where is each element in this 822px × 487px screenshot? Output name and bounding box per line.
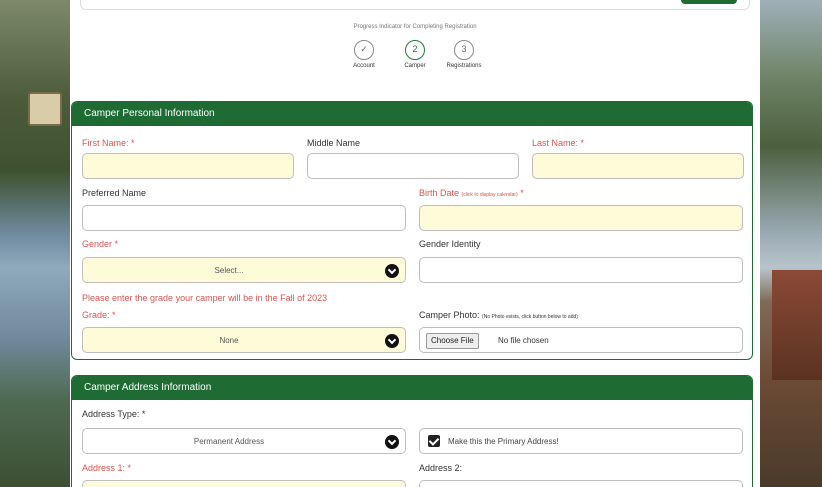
primary-address-toggle[interactable]: Make this the Primary Address! <box>419 428 743 454</box>
address2-input[interactable] <box>419 480 743 487</box>
progress-title: Progress Indicator for Completing Regist… <box>353 24 477 30</box>
grade-label: Grade: * <box>82 310 116 320</box>
gender-select[interactable]: Select... <box>82 257 406 283</box>
address1-input[interactable] <box>82 480 406 487</box>
preferred-name-input[interactable] <box>82 205 406 231</box>
grade-select[interactable]: None <box>82 327 406 353</box>
background-scenery-left <box>0 0 70 487</box>
personal-info-section: Camper Personal Information First Name: … <box>71 101 753 360</box>
camper-photo-input: Choose File No file chosen <box>419 327 743 353</box>
middle-name-input[interactable] <box>307 153 519 179</box>
chevron-down-icon <box>385 334 399 348</box>
chevron-down-icon <box>385 264 399 278</box>
step-label: Camper <box>404 63 426 69</box>
birth-date-input[interactable] <box>419 205 743 231</box>
step-number: 3 <box>454 40 474 60</box>
preferred-name-label: Preferred Name <box>82 188 147 198</box>
checkbox-checked-icon[interactable] <box>428 435 440 447</box>
birth-date-label: Birth Date (click to display calendar) * <box>419 188 524 198</box>
progress-steps: ✓ Account 2 Camper 3 Registrations <box>335 40 495 80</box>
step-account[interactable]: ✓ Account <box>339 40 389 69</box>
middle-name-label: Middle Name <box>307 138 361 148</box>
registration-page: Progress Indicator for Completing Regist… <box>70 0 760 487</box>
grade-warning-text: Please enter the grade your camper will … <box>82 293 328 303</box>
section-header: Camper Address Information <box>72 376 752 400</box>
last-name-label: Last Name: * <box>532 138 585 148</box>
step-camper[interactable]: 2 Camper <box>390 40 440 69</box>
gender-identity-input[interactable] <box>419 257 743 283</box>
address-type-value: Permanent Address <box>193 437 265 446</box>
step-label: Registrations <box>446 63 482 69</box>
cabin-image <box>772 270 822 380</box>
camper-photo-label: Camper Photo: (No Photo exists, click bu… <box>419 310 578 320</box>
file-status-text: No file chosen <box>498 336 549 345</box>
primary-address-label: Make this the Primary Address! <box>448 437 559 446</box>
grade-select-value: None <box>219 336 239 345</box>
last-name-input[interactable] <box>532 153 744 179</box>
top-action-button[interactable] <box>681 0 737 4</box>
address-info-section: Camper Address Information Address Type:… <box>71 375 753 487</box>
chevron-down-icon <box>385 435 399 449</box>
first-name-input[interactable] <box>82 153 294 179</box>
section-header: Camper Personal Information <box>72 102 752 126</box>
background-scenery-right <box>760 0 822 487</box>
step-label: Account <box>353 63 375 69</box>
gender-label: Gender * <box>82 239 119 249</box>
top-card <box>80 0 750 10</box>
check-icon: ✓ <box>354 40 374 60</box>
birth-date-hint: (click to display calendar) <box>461 192 518 198</box>
gender-identity-label: Gender Identity <box>419 239 481 249</box>
address-type-select[interactable]: Permanent Address <box>82 428 406 454</box>
address2-label: Address 2: <box>419 463 463 473</box>
camper-photo-hint: (No Photo exists, click button below to … <box>482 314 578 320</box>
step-number: 2 <box>405 40 425 60</box>
step-registrations[interactable]: 3 Registrations <box>439 40 489 69</box>
address-type-label: Address Type: * <box>82 409 146 419</box>
gender-select-value: Select... <box>214 266 244 275</box>
camp-sign-image <box>28 92 62 126</box>
first-name-label: First Name: * <box>82 138 135 148</box>
address1-label: Address 1: * <box>82 463 132 473</box>
choose-file-button[interactable]: Choose File <box>426 333 479 349</box>
